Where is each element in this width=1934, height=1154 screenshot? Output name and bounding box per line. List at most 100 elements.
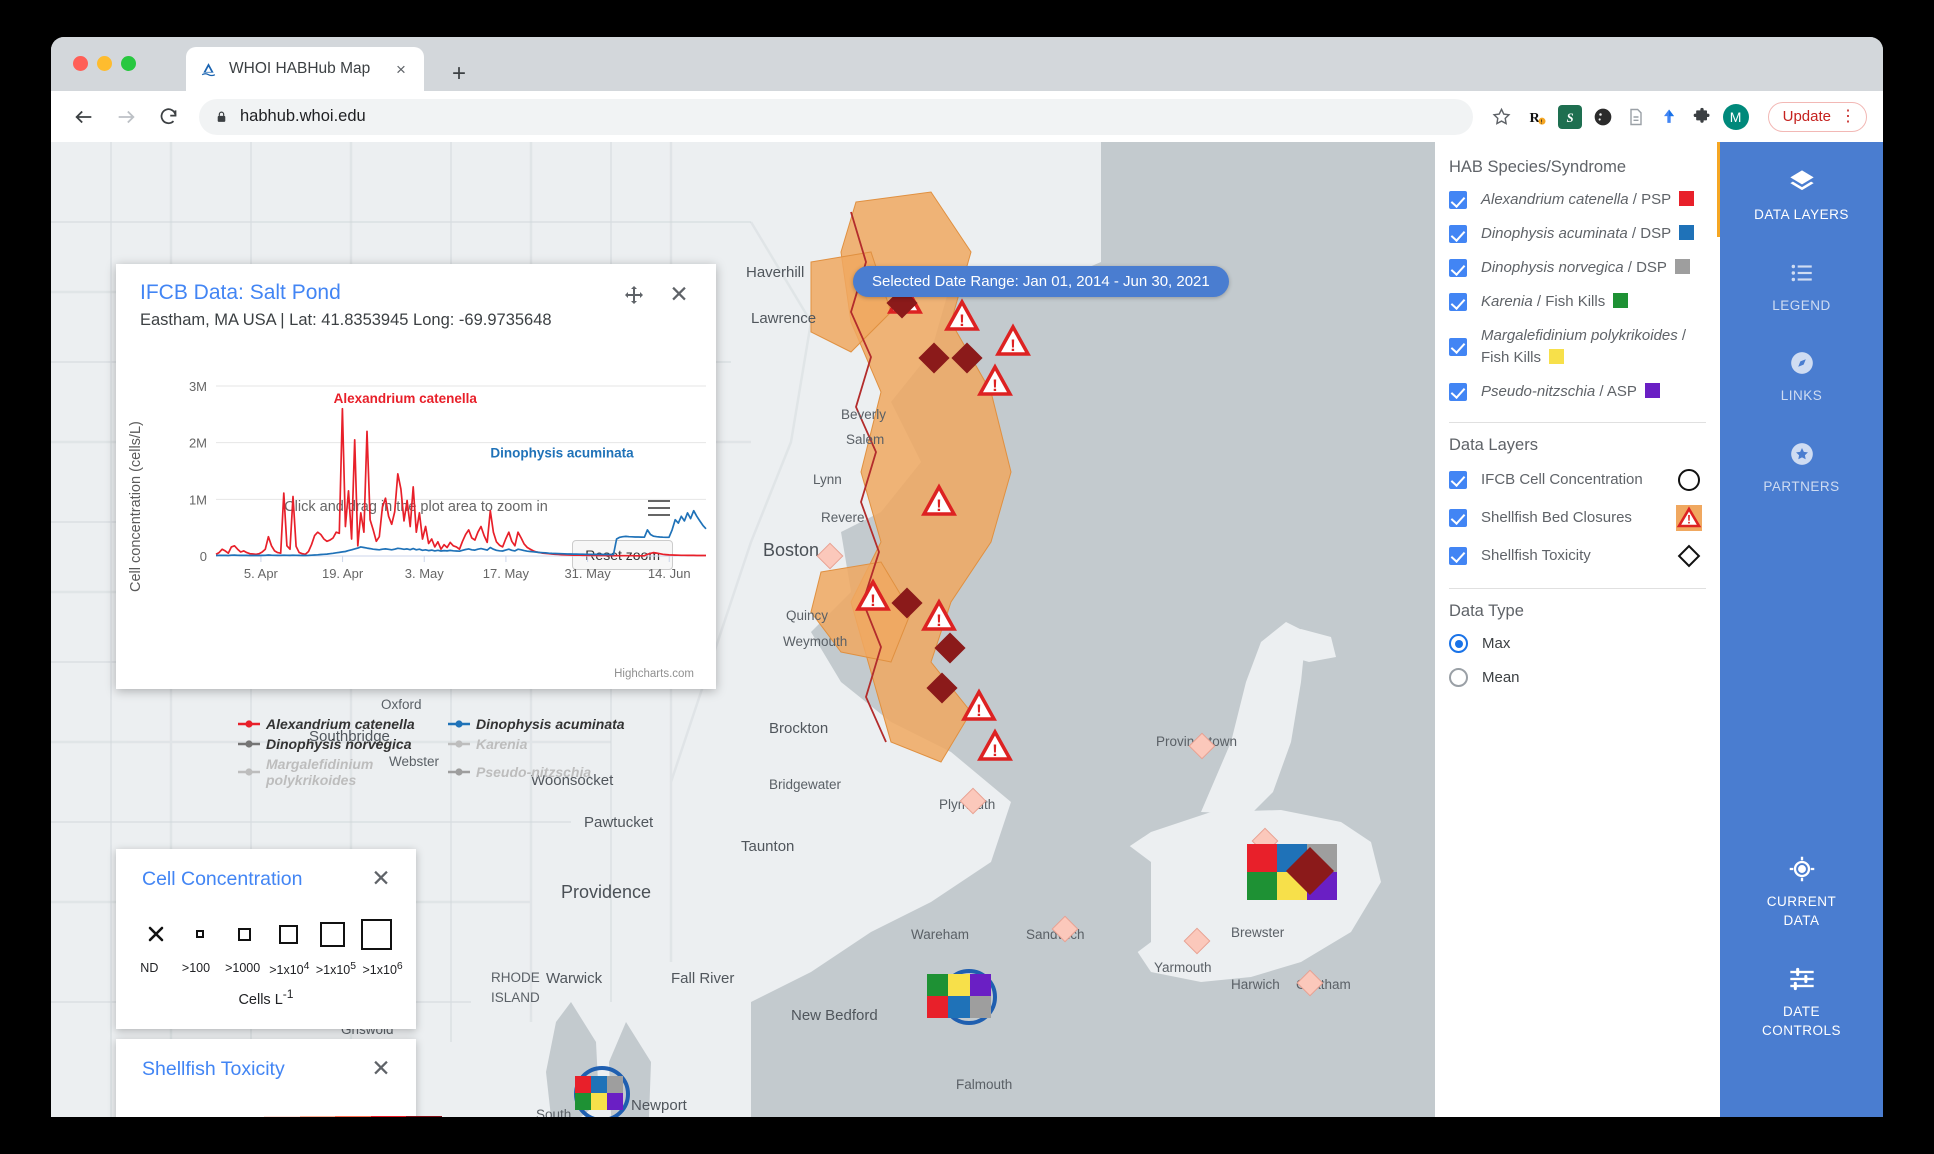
close-tab-button[interactable]: × xyxy=(390,58,412,80)
shortcut-icon[interactable]: S xyxy=(1557,104,1582,129)
bookmark-star-icon[interactable] xyxy=(1485,100,1519,134)
map-place-label: Quincy xyxy=(786,608,829,623)
chart-legend-item[interactable]: Pseudo-nitzschia xyxy=(448,756,591,788)
new-tab-button[interactable]: + xyxy=(446,60,472,87)
unit-exponent: -1 xyxy=(282,987,294,1001)
chart-legend-item[interactable]: Dinophysis acuminata xyxy=(448,716,625,732)
browser-tab[interactable]: WHOI HABHub Map × xyxy=(186,47,424,91)
rail-item-date-controls[interactable]: DATE CONTROLS xyxy=(1720,949,1883,1059)
rail-item-current-data[interactable]: CURRENT DATA xyxy=(1720,839,1883,949)
concentration-symbol xyxy=(357,914,395,954)
rail-item-partners[interactable]: PARTNERS xyxy=(1720,424,1883,515)
layer-checkbox[interactable] xyxy=(1449,546,1467,565)
update-button[interactable]: Update ⋮ xyxy=(1767,101,1867,132)
list-icon xyxy=(1728,258,1875,288)
legend-label: Pseudo-nitzschia xyxy=(476,764,592,780)
pst-color-ramp xyxy=(264,1116,442,1117)
species-row-dsp[interactable]: Dinophysis acuminata / DSP xyxy=(1435,217,1720,251)
ifcb-chart[interactable]: Click and drag in the plot area to zoom … xyxy=(116,354,716,689)
species-checkbox[interactable] xyxy=(1449,225,1467,243)
rail-item-legend[interactable]: LEGEND xyxy=(1720,243,1883,334)
map-place-label: Pawtucket xyxy=(584,814,654,831)
legend-symbol-icon xyxy=(448,767,470,777)
drive-icon[interactable] xyxy=(1657,105,1681,129)
species-row-fish-kills[interactable]: Karenia / Fish Kills xyxy=(1435,285,1720,319)
rail-item-links[interactable]: LINKS xyxy=(1720,333,1883,424)
species-label: Dinophysis acuminata / DSP xyxy=(1481,223,1712,245)
layer-checkbox[interactable] xyxy=(1449,508,1467,527)
reload-button[interactable] xyxy=(151,100,185,134)
document-icon[interactable] xyxy=(1624,105,1648,129)
map-place-label: Provincetown xyxy=(1156,734,1238,749)
layer-row[interactable]: Shellfish Bed Closures! xyxy=(1435,499,1720,537)
grammarly-icon[interactable]: R! xyxy=(1525,105,1549,129)
datatype-option-max[interactable]: Max xyxy=(1435,627,1720,661)
chart-legend-item[interactable]: Alexandrium catenella xyxy=(238,716,448,732)
data-layers-panel: HAB Species/Syndrome Alexandrium catenel… xyxy=(1435,142,1720,1117)
concentration-symbol xyxy=(313,914,351,954)
chart-legend[interactable]: Alexandrium catenella Dinophysis acuminat… xyxy=(238,716,658,792)
browser-menu-button[interactable]: ⋮ xyxy=(1840,108,1856,125)
species-checkbox[interactable] xyxy=(1449,337,1467,356)
svg-text:3. May: 3. May xyxy=(405,566,445,581)
svg-text:0: 0 xyxy=(200,549,207,564)
concentration-label: >1x105 xyxy=(315,961,357,978)
legend-symbol-icon xyxy=(238,739,260,749)
rail-item-data-layers[interactable]: DATA LAYERS xyxy=(1720,152,1883,243)
window-controls[interactable] xyxy=(73,56,136,71)
chart-legend-item[interactable]: Margalefidinium polykrikoides xyxy=(238,756,448,788)
svg-text:3M: 3M xyxy=(189,379,207,394)
datatype-radio[interactable] xyxy=(1449,634,1468,653)
back-button[interactable] xyxy=(67,100,101,134)
forward-button[interactable] xyxy=(109,100,143,134)
concentration-symbol xyxy=(137,914,175,954)
species-row-fish-kills[interactable]: Margalefidinium polykrikoides / Fish Kil… xyxy=(1435,319,1720,375)
close-shellfish-toxicity-button[interactable]: ✕ xyxy=(368,1055,394,1081)
close-window-button[interactable] xyxy=(73,56,88,71)
datatype-radio[interactable] xyxy=(1449,668,1468,687)
profile-avatar[interactable]: M xyxy=(1722,103,1749,130)
minimize-window-button[interactable] xyxy=(97,56,112,71)
layer-row[interactable]: IFCB Cell Concentration xyxy=(1435,461,1720,499)
address-bar[interactable]: habhub.whoi.edu xyxy=(199,98,1473,135)
popup-subtitle: Eastham, MA USA | Lat: 41.8353945 Long: … xyxy=(140,311,552,329)
layer-label: Shellfish Bed Closures xyxy=(1481,508,1632,526)
layer-label: IFCB Cell Concentration xyxy=(1481,470,1643,488)
whoi-favicon xyxy=(198,59,218,79)
chart-legend-item[interactable]: Karenia xyxy=(448,736,527,752)
map-place-label: Salem xyxy=(846,432,885,447)
concentration-label: >100 xyxy=(181,961,211,975)
chart-plot-area[interactable]: 0 1M 2M 3M 5. Apr 19. Apr 3. May 17. May 31. May… xyxy=(116,354,716,654)
species-row-psp[interactable]: Alexandrium catenella / PSP xyxy=(1435,183,1720,217)
svg-text:1M: 1M xyxy=(189,492,207,507)
maximize-window-button[interactable] xyxy=(121,56,136,71)
lock-icon xyxy=(215,110,229,124)
layer-row[interactable]: Shellfish Toxicity xyxy=(1435,537,1720,575)
species-checkbox[interactable] xyxy=(1449,259,1467,277)
species-label: Karenia / Fish Kills xyxy=(1481,291,1712,313)
move-icon[interactable] xyxy=(622,284,646,308)
data-layers-list: IFCB Cell Concentration Shellfish Bed Clo… xyxy=(1435,461,1720,575)
map-place-label: Yarmouth xyxy=(1154,960,1212,975)
map-place-label: Providence xyxy=(561,882,652,902)
datatype-option-mean[interactable]: Mean xyxy=(1435,661,1720,695)
layer-checkbox[interactable] xyxy=(1449,470,1467,489)
svg-text:2M: 2M xyxy=(189,436,207,451)
map-place-label: Fall River xyxy=(671,970,735,987)
legend-label: Karenia xyxy=(476,736,528,752)
species-row-dsp[interactable]: Dinophysis norvegica / DSP xyxy=(1435,251,1720,285)
species-label: Alexandrium catenella / PSP xyxy=(1481,189,1712,211)
ifcb-station-grid[interactable] xyxy=(927,974,991,1018)
cookie-icon[interactable] xyxy=(1591,105,1615,129)
species-row-asp[interactable]: Pseudo-nitzschia / ASP xyxy=(1435,375,1720,409)
svg-text:!: ! xyxy=(1687,512,1691,526)
card-title: Cell Concentration xyxy=(142,868,303,890)
close-popup-button[interactable]: ✕ xyxy=(666,282,692,308)
species-checkbox[interactable] xyxy=(1449,382,1467,401)
puzzle-icon[interactable] xyxy=(1690,105,1714,129)
species-checkbox[interactable] xyxy=(1449,293,1467,311)
ifcb-station-grid[interactable] xyxy=(575,1076,623,1110)
close-cell-concentration-button[interactable]: ✕ xyxy=(368,865,394,891)
species-checkbox[interactable] xyxy=(1449,191,1467,209)
chart-legend-item[interactable]: Dinophysis norvegica xyxy=(238,736,448,752)
